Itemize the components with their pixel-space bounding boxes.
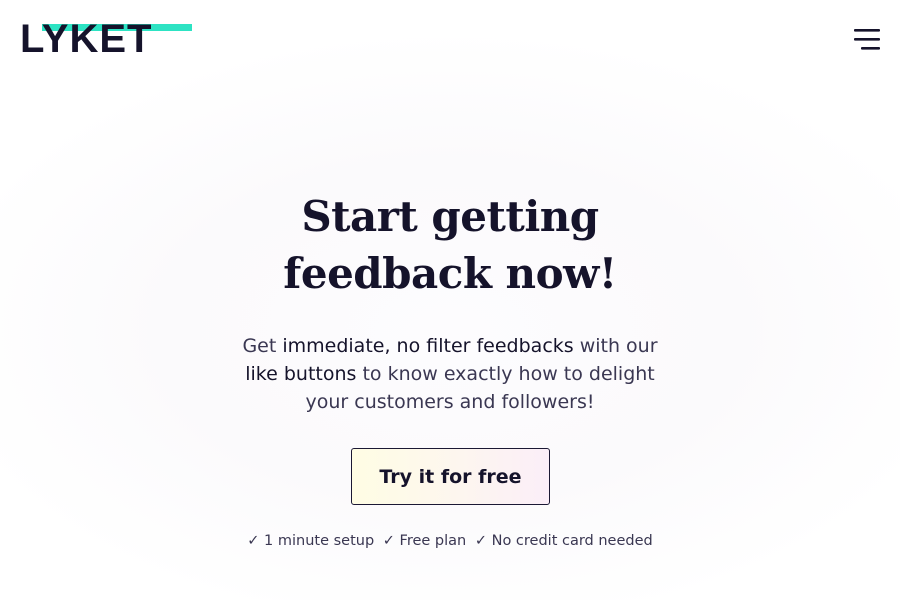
feature-item: ✓ No credit card needed [474,533,653,549]
subtitle-emphasis-2: like buttons [245,363,357,385]
logo-link[interactable]: LYKET [20,17,192,61]
hero-title-line-1: Start getting [301,192,599,241]
feature-item: ✓ Free plan [382,533,467,549]
hero-subtitle: Get immediate, no filter feedbacks with … [225,332,675,416]
feature-item: ✓ 1 minute setup [247,533,375,549]
feature-list: ✓ 1 minute setup ✓ Free plan ✓ No credit… [0,532,900,550]
subtitle-text-3: to know exactly how to delight your cust… [305,363,655,413]
hero-title: Start getting feedback now! [0,188,900,302]
hero-title-line-2-rest: now! [505,249,618,298]
subtitle-text-1: Get [242,335,283,357]
highlighted-word-text: feedback [283,249,492,298]
subtitle-emphasis-1: immediate, no filter feedbacks [282,335,574,357]
logo: LYKET [20,17,153,61]
hamburger-menu-icon [854,29,880,50]
hero-title-line-2: feedback now! [0,245,900,302]
menu-button[interactable] [852,28,882,52]
try-it-free-button[interactable]: Try it for free [351,448,550,505]
subtitle-text-2: with our [573,335,658,357]
highlighted-word: feedback [283,245,492,302]
